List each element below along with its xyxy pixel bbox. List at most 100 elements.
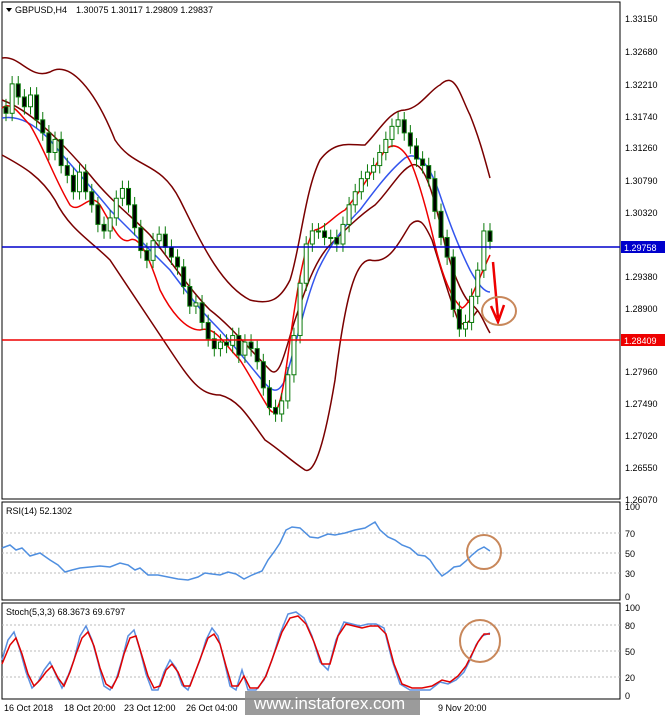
price-tick: 1.29380 (625, 272, 658, 282)
candle-body (291, 335, 297, 376)
stoch-axis-tick: 100 (625, 603, 640, 613)
candle-body (432, 178, 438, 212)
candle-body (144, 250, 150, 261)
price-tick: 1.31740 (625, 112, 658, 122)
candle-body (303, 243, 309, 284)
candle-body (21, 96, 27, 108)
watermark-text: www.instaforex.com (253, 694, 405, 713)
candle-body (420, 158, 426, 167)
candle-body (217, 341, 223, 350)
candle-body (383, 138, 389, 154)
candle-body (119, 187, 125, 199)
candle-body (266, 387, 272, 408)
candle-body (168, 246, 174, 258)
candle-body (487, 230, 493, 242)
candle-body (364, 171, 370, 180)
candle-body (456, 308, 462, 330)
red-level-label: 1.28409 (624, 336, 657, 346)
candle-body (426, 165, 432, 180)
candle-body (132, 204, 138, 229)
candle-body (89, 191, 95, 206)
candle-body (181, 266, 187, 288)
price-tick: 1.28900 (625, 304, 658, 314)
candle-body (371, 165, 377, 173)
candle-body (297, 282, 303, 337)
candle-body (126, 187, 132, 206)
candle-body (273, 406, 279, 415)
candle-body (328, 236, 334, 239)
candle-body (407, 132, 413, 147)
blue-level-label: 1.29758 (624, 243, 657, 253)
candle-body (401, 119, 407, 134)
candle-body (236, 335, 242, 356)
chart-area: GBPUSD,H4 1.30075 1.30117 1.29809 1.2983… (1, 1, 665, 715)
rsi-pane (1, 501, 621, 601)
candle-body (322, 230, 328, 238)
stoch-title: Stoch(5,3,3) 68.3673 69.6797 (6, 607, 125, 617)
candle-body (340, 223, 346, 245)
rsi-axis-tick: 50 (625, 549, 635, 559)
candle-body (475, 269, 481, 297)
candle-body (162, 233, 168, 248)
price-tick: 1.32680 (625, 47, 658, 57)
time-tick: 9 Nov 20:00 (438, 703, 487, 713)
candle-body (309, 230, 315, 245)
time-tick: 16 Oct 2018 (4, 703, 53, 713)
candle-body (107, 217, 113, 232)
candle-body (389, 125, 395, 140)
candle-body (70, 174, 76, 193)
stoch-axis-tick: 50 (625, 647, 635, 657)
candle-body (481, 230, 487, 271)
candle-body (358, 178, 364, 193)
candle-body (34, 94, 40, 121)
candle-body (101, 223, 107, 232)
candle-body (77, 171, 83, 193)
stoch-axis-tick: 0 (625, 691, 630, 701)
price-tick: 1.32210 (625, 80, 658, 90)
candle-body (58, 138, 64, 167)
price-tick: 1.30320 (625, 208, 658, 218)
candle-body (285, 374, 291, 402)
candle-body (224, 341, 230, 346)
price-tick: 1.31260 (625, 143, 658, 153)
candle-body (150, 240, 156, 261)
candle-body (83, 171, 89, 193)
time-tick: 18 Oct 20:00 (64, 703, 116, 713)
candle-body (260, 361, 266, 389)
price-axis: 1.33150 1.32680 1.32210 1.31740 1.31260 … (625, 14, 658, 505)
candle-body (193, 302, 199, 307)
candle-body (352, 191, 358, 206)
rsi-axis-tick: 100 (625, 502, 640, 512)
candle-body (254, 348, 260, 363)
price-tick: 1.27490 (625, 399, 658, 409)
candle-body (438, 210, 444, 238)
rsi-axis-tick: 0 (625, 592, 630, 602)
candle-body (46, 132, 52, 154)
candle-body (315, 230, 321, 233)
time-tick: 26 Oct 04:00 (186, 703, 238, 713)
rsi-title: RSI(14) 52.1302 (6, 506, 72, 516)
candle-body (15, 83, 21, 98)
symbol-label: GBPUSD,H4 (15, 5, 67, 15)
rsi-axis-tick: 70 (625, 529, 635, 539)
stoch-axis-tick: 80 (625, 621, 635, 631)
candle-body (469, 295, 475, 323)
price-tick: 1.30790 (625, 176, 658, 186)
candle-body (187, 286, 193, 307)
candle-body (279, 400, 285, 415)
candle-body (205, 321, 211, 340)
price-tick: 1.33150 (625, 14, 658, 24)
price-tick: 1.27960 (625, 367, 658, 377)
candle-body (334, 236, 340, 245)
candle-body (156, 233, 162, 242)
candle-body (64, 165, 70, 176)
main-pane (1, 1, 621, 500)
candle-body (462, 321, 468, 330)
candle-body (395, 119, 401, 127)
candle-body (377, 152, 383, 167)
candle-body (9, 83, 15, 114)
price-tick: 1.27020 (625, 431, 658, 441)
candle-body (40, 119, 46, 134)
candle-body (28, 94, 34, 108)
candle-body (175, 256, 181, 268)
